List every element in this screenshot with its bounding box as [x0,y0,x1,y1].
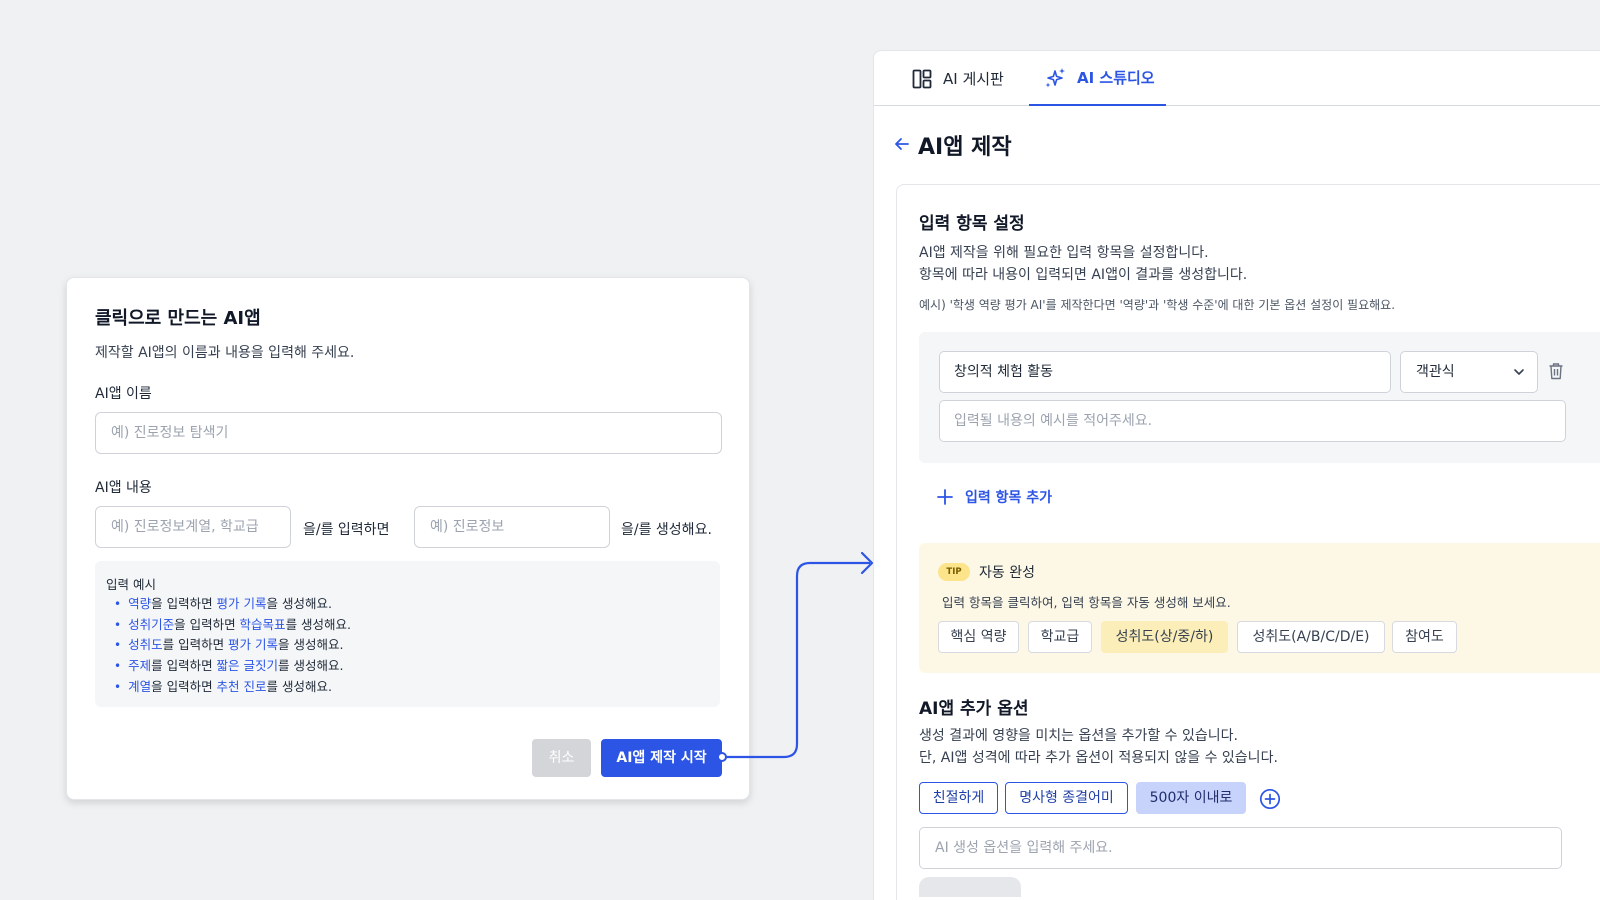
examples-list: • 역량을 입력하면 평가 기록을 생성해요. • 성취기준을 입력하면 학습목표를… [114,594,351,698]
tab-label: AI 스튜디오 [1077,69,1155,87]
back-arrow-icon[interactable] [894,136,910,152]
list-item: • 역량을 입력하면 평가 기록을 생성해요. [114,596,332,611]
input-section-desc-2: 항목에 따라 내용이 입력되면 AI앱이 결과를 생성합니다. [919,267,1248,283]
cancel-button[interactable]: 취소 [532,739,591,777]
modal-title: 클릭으로 만드는 AI앱 [95,308,261,329]
settings-card: 입력 항목 설정 AI앱 제작을 위해 필요한 입력 항목을 설정합니다. 항목… [896,184,1600,900]
input-suffix-text: 을/를 입력하면 [303,522,390,538]
tab-ai-board[interactable]: AI 게시판 [912,51,1004,106]
options-desc-2: 단, AI앱 성격에 따라 추가 옵션이 적용되지 않을 수 있습니다. [919,750,1278,766]
input-keyword-field[interactable]: 예) 진로정보계열, 학교급 [95,506,291,548]
autocomplete-tip-box: TIP 자동 완성 입력 항목을 클릭하여, 입력 항목을 자동 생성해 보세요… [919,543,1600,673]
options-desc-1: 생성 결과에 영향을 미치는 옵션을 추가할 수 있습니다. [919,728,1238,744]
item-example-input[interactable]: 입력될 내용의 예시를 적어주세요. [939,400,1566,442]
tip-description: 입력 항목을 클릭하여, 입력 항목을 자동 생성해 보세요. [942,595,1231,610]
item-name-input[interactable]: 창의적 체험 활동 [939,351,1391,393]
input-section-title: 입력 항목 설정 [919,214,1025,234]
suggestion-chip[interactable]: 성취도(A/B/C/D/E) [1237,621,1385,653]
board-icon [912,69,932,88]
suggestion-chip-active[interactable]: 성취도(상/중/하) [1101,621,1228,653]
tab-label: AI 게시판 [943,70,1004,88]
suggestion-chip[interactable]: 학교급 [1028,621,1092,653]
input-section-example: 예시) '학생 역량 평가 AI'를 제작한다면 '역량'과 '학생 수준'에 … [919,298,1396,312]
tip-badge: TIP [938,563,970,581]
input-examples-box: 입력 예시 • 역량을 입력하면 평가 기록을 생성해요. • 성취기준을 입력하면… [95,561,720,707]
tip-title: 자동 완성 [979,565,1035,581]
modal-description: 제작할 AI앱의 이름과 내용을 입력해 주세요. [95,345,355,361]
output-keyword-field[interactable]: 예) 진로정보 [414,506,610,548]
list-item: • 성취기준을 입력하면 학습목표를 생성해요. [114,616,352,632]
list-item: • 성취도를 입력하면 평가 기록을 생성해요. [114,637,344,653]
item-type-select[interactable]: 객관식 [1400,351,1538,393]
list-item: • 계열을 입력하면 추천 진로를 생성해요. [114,678,332,694]
options-section-title: AI앱 추가 옵션 [919,699,1029,719]
sparkle-icon [1045,67,1065,87]
create-app-modal: 클릭으로 만드는 AI앱 제작할 AI앱의 이름과 내용을 입력해 주세요. A… [66,277,750,800]
partially-visible-button[interactable] [919,877,1021,897]
option-chip-selected[interactable]: 500자 이내로 [1136,782,1246,814]
output-suffix-text: 을/를 생성해요. [621,522,712,538]
examples-title: 입력 예시 [106,577,156,592]
tab-ai-studio[interactable]: AI 스튜디오 [1029,51,1166,106]
app-name-label: AI앱 이름 [95,386,152,402]
list-item: • 주제를 입력하면 짧은 글짓기를 생성해요. [114,658,344,674]
suggestion-chip[interactable]: 핵심 역량 [938,621,1019,653]
start-create-button[interactable]: AI앱 제작 시작 [601,739,722,777]
option-chip[interactable]: 명사형 종결어미 [1005,782,1128,814]
tab-bar: AI 게시판 AI 스튜디오 [874,51,1600,106]
input-section-desc-1: AI앱 제작을 위해 필요한 입력 항목을 설정합니다. [919,245,1209,261]
trash-icon[interactable] [1548,362,1564,380]
input-item-row: 창의적 체험 활동 객관식 입력될 내용의 예시를 적어주세요. [919,332,1600,463]
add-input-item-button[interactable]: 입력 항목 추가 [937,487,1052,507]
chevron-down-icon [1514,369,1524,375]
app-name-input[interactable]: 예) 진로정보 탐색기 [95,412,722,454]
ai-studio-panel: AI 게시판 AI 스튜디오 AI앱 제작 입력 항목 설정 AI앱 제작을 위… [873,50,1600,900]
select-value: 객관식 [1416,364,1455,380]
add-option-icon[interactable] [1259,788,1281,810]
ai-option-input[interactable]: AI 생성 옵션을 입력해 주세요. [919,827,1562,869]
option-chip[interactable]: 친절하게 [919,782,998,814]
plus-icon [937,489,953,505]
suggestion-chip[interactable]: 참여도 [1392,621,1457,653]
add-item-label: 입력 항목 추가 [965,490,1053,506]
app-content-label: AI앱 내용 [95,480,152,496]
page-title: AI앱 제작 [918,135,1012,160]
